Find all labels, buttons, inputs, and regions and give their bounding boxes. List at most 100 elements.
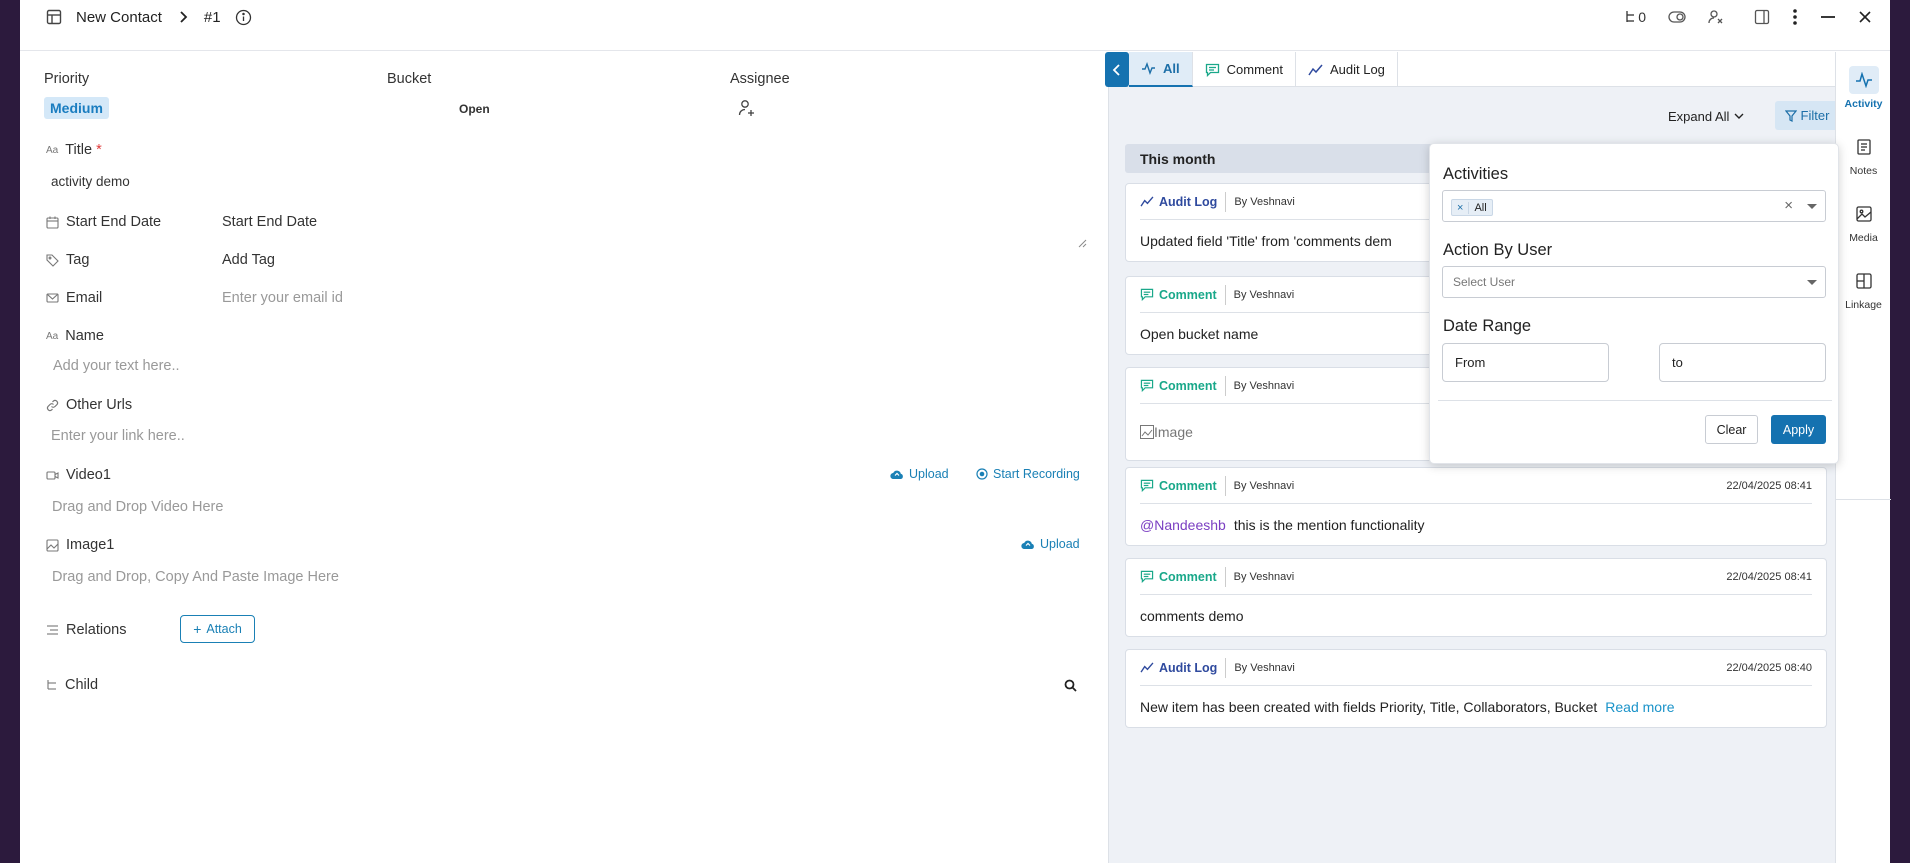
chip-label: All [1474, 201, 1487, 214]
card-body: Image [1154, 424, 1193, 440]
notes-icon [1849, 133, 1879, 161]
info-icon[interactable] [235, 9, 252, 26]
activity-card[interactable]: Audit Log By Veshnavi 22/04/2025 08:40 N… [1125, 649, 1827, 728]
rail-item-linkage[interactable]: Linkage [1836, 267, 1891, 311]
more-menu-icon[interactable] [1792, 8, 1798, 26]
read-more-link[interactable]: Read more [1605, 699, 1674, 715]
toggle-icon[interactable] [1668, 9, 1686, 25]
clear-button[interactable]: Clear [1705, 415, 1758, 444]
activity-icon [1848, 66, 1879, 94]
card-timestamp: 22/04/2025 08:41 [1726, 479, 1812, 492]
start-end-date-picker[interactable]: Start End Date [222, 214, 317, 230]
desktop-background-right [1890, 0, 1910, 863]
rail-item-activity[interactable]: Activity [1836, 66, 1891, 110]
relations-label: Relations [46, 622, 126, 638]
title-label: Title [65, 142, 93, 158]
mention-link[interactable]: @Nandeeshb [1140, 517, 1226, 533]
filter-button[interactable]: Filter [1775, 101, 1839, 130]
video-label: Video1 [46, 467, 111, 483]
desktop-background-left [0, 0, 20, 863]
text-icon: Aa [46, 330, 59, 342]
card-type-label: Comment [1159, 378, 1217, 393]
rail-item-media[interactable]: Media [1836, 200, 1891, 244]
action-by-heading: Action By User [1443, 241, 1553, 259]
video-upload-button[interactable]: Upload [890, 467, 949, 481]
card-type-label: Audit Log [1159, 660, 1218, 675]
comment-icon [1140, 288, 1154, 301]
card-type-label: Comment [1159, 287, 1217, 302]
child-label-text: Child [65, 677, 99, 693]
rail-divider [1836, 499, 1891, 500]
child-count[interactable]: 0 [1624, 9, 1646, 25]
tab-audit-log[interactable]: Audit Log [1296, 52, 1398, 87]
card-author: By Veshnavi [1233, 288, 1295, 301]
assignee-label: Assignee [730, 71, 790, 87]
image-upload-button[interactable]: Upload [1021, 537, 1080, 551]
start-end-label-text: Start End Date [66, 214, 162, 230]
activity-tabs: All Comment Audit Log [1105, 52, 1836, 87]
cloud-upload-icon [890, 469, 904, 480]
panel-icon[interactable] [1754, 9, 1770, 25]
start-end-date-label: Start End Date [46, 214, 161, 230]
activity-icon [1141, 62, 1156, 75]
user-switch-icon[interactable] [1708, 9, 1724, 25]
rail-item-label: Notes [1849, 165, 1878, 177]
expand-all-button[interactable]: Expand All [1668, 109, 1744, 124]
action-by-select[interactable]: Select User [1442, 266, 1826, 298]
cloud-upload-icon [1021, 539, 1035, 550]
comment-icon [1205, 63, 1220, 77]
activity-card[interactable]: Comment By Veshnavi 22/04/2025 08:41 com… [1125, 558, 1827, 637]
clear-selection-icon[interactable]: × [1784, 197, 1793, 214]
start-recording-button[interactable]: Start Recording [976, 467, 1080, 481]
close-icon[interactable] [1858, 10, 1872, 24]
name-field[interactable]: Add your text here.. [53, 358, 180, 374]
other-urls-field[interactable]: Enter your link here.. [51, 428, 185, 444]
mail-icon [46, 292, 59, 304]
date-to-input[interactable]: to [1659, 343, 1826, 382]
item-form: Priority Medium Bucket Open Assignee Aa … [20, 52, 1108, 863]
search-icon[interactable] [1064, 679, 1077, 692]
tab-comment[interactable]: Comment [1193, 52, 1296, 87]
link-icon [46, 399, 59, 412]
priority-value[interactable]: Medium [44, 97, 109, 119]
date-from-input[interactable]: From [1442, 343, 1609, 382]
dropdown-caret-icon[interactable] [1807, 204, 1817, 209]
plus-icon: + [193, 621, 202, 637]
video-dropzone[interactable]: Drag and Drop Video Here [52, 499, 223, 515]
title-input[interactable]: activity demo [51, 174, 130, 189]
layout-icon[interactable] [46, 9, 62, 25]
video-icon [46, 470, 59, 481]
card-body: New item has been created with fields Pr… [1140, 698, 1598, 715]
add-tag-field[interactable]: Add Tag [222, 252, 275, 268]
child-count-value: 0 [1638, 9, 1646, 25]
attach-button[interactable]: + Attach [180, 615, 255, 643]
expand-all-label: Expand All [1668, 109, 1730, 124]
trend-icon [1308, 64, 1323, 76]
card-type: Comment [1140, 475, 1226, 496]
dropdown-caret-icon[interactable] [1807, 280, 1817, 285]
relations-label-text: Relations [66, 622, 127, 638]
title-bar: New Contact #1 0 [20, 0, 1890, 51]
activity-chip[interactable]: × All [1451, 199, 1493, 216]
card-type: Comment [1140, 375, 1226, 396]
bucket-value[interactable]: Open [459, 102, 490, 116]
tab-all[interactable]: All [1129, 52, 1193, 87]
card-author: By Veshnavi [1234, 661, 1295, 674]
minimize-icon[interactable] [1820, 9, 1836, 25]
tag-label: Tag [46, 252, 89, 268]
filter-icon [1784, 109, 1797, 122]
record-icon [976, 468, 988, 480]
side-rail: Activity Notes Media Linkage [1835, 52, 1891, 863]
activities-select[interactable]: × All × [1442, 190, 1826, 222]
apply-button[interactable]: Apply [1771, 415, 1826, 444]
rail-item-notes[interactable]: Notes [1836, 133, 1891, 177]
chip-remove-icon[interactable]: × [1452, 201, 1470, 214]
comment-icon [1140, 379, 1154, 392]
resize-handle-icon[interactable] [1078, 239, 1087, 248]
chevron-left-icon [1112, 63, 1120, 76]
activity-card[interactable]: Comment By Veshnavi 22/04/2025 08:41 @Na… [1125, 467, 1827, 546]
email-field[interactable]: Enter your email id [222, 290, 343, 306]
image-dropzone[interactable]: Drag and Drop, Copy And Paste Image Here [52, 569, 339, 585]
add-assignee-icon[interactable] [738, 99, 756, 117]
collapse-panel-button[interactable] [1105, 52, 1129, 87]
